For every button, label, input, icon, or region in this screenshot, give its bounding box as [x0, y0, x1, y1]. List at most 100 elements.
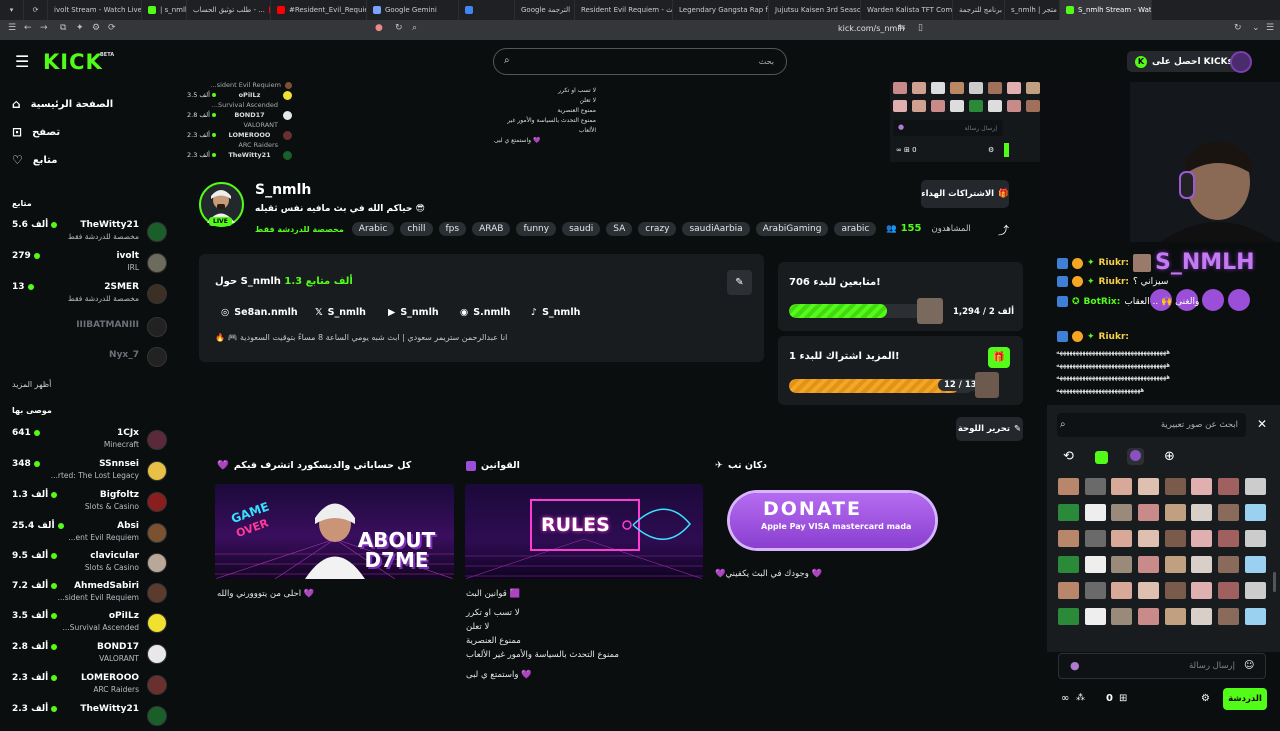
emote-thumbnail[interactable]: [1111, 530, 1133, 547]
bookmark-icon[interactable]: ▯: [918, 23, 923, 33]
sidebar-channel[interactable]: 3.5 ألف oPiILz ...Survival Ascended: [12, 610, 169, 638]
forward-icon[interactable]: →: [40, 23, 48, 33]
microphone-icon[interactable]: ●: [1070, 659, 1080, 672]
sidebar-channel[interactable]: 2.3 ألف TheWitty21: [12, 703, 169, 731]
back-history[interactable]: ⟳: [24, 0, 48, 20]
sidebar-channel[interactable]: Nyx_7: [12, 347, 169, 377]
emote-thumbnail[interactable]: [1218, 608, 1240, 625]
tab-10[interactable]: Warden Kalista TFT Comp Gui...: [861, 0, 953, 20]
gift-subs-button[interactable]: الاشتراكات الهداء 🎁: [921, 180, 1009, 208]
browser-menu[interactable]: ▾: [0, 0, 24, 20]
sidebar-channel[interactable]: 1.3 ألف Bigfoltz Slots & Casino: [12, 489, 169, 517]
streamer-name[interactable]: S_nmlh: [255, 182, 311, 198]
url-text[interactable]: kick.com/s_nmlh: [838, 24, 905, 33]
emote-search-input[interactable]: ابحث عن صور تعبيرية: [1057, 413, 1246, 437]
shop-icon[interactable]: ⁂: [1076, 693, 1085, 703]
tab-6[interactable]: Google الترجمة: [515, 0, 575, 20]
emote-thumbnail[interactable]: [1164, 478, 1186, 495]
tab-0[interactable]: ivolt Stream - Watch Live ...: [48, 0, 142, 20]
menu-icon[interactable]: ☰: [8, 23, 16, 33]
emote-thumbnail[interactable]: [1084, 478, 1106, 495]
tab-4[interactable]: Google Gemini: [367, 0, 459, 20]
kick-emotes-icon[interactable]: [1095, 451, 1108, 464]
share-icon[interactable]: ⤴: [998, 222, 1009, 238]
emote-thumbnail[interactable]: [1164, 504, 1186, 521]
emote-thumbnail[interactable]: [1058, 556, 1079, 573]
panel-image-about[interactable]: GAME OVER ABOUT D7ME: [215, 484, 454, 579]
emote-thumbnail[interactable]: [1218, 556, 1240, 573]
emote-thumbnail[interactable]: [1084, 556, 1106, 573]
emote-thumbnail[interactable]: [1191, 478, 1213, 495]
reload-icon[interactable]: ↻: [1234, 23, 1242, 33]
video-player[interactable]: [1040, 82, 1280, 242]
tag[interactable]: fps: [438, 222, 467, 236]
nav-home[interactable]: ⌂ الصفحة الرئيسية: [12, 94, 172, 114]
infinity-icon[interactable]: ∞: [1061, 693, 1069, 704]
gift-button[interactable]: 🎁: [988, 347, 1010, 368]
tab-8[interactable]: Legendary Gangsta Rap from ...: [673, 0, 769, 20]
emote-thumbnail[interactable]: [1084, 608, 1106, 625]
emote-thumbnail[interactable]: [1191, 504, 1213, 521]
emote-thumbnail[interactable]: [1164, 608, 1186, 625]
emote-thumbnail[interactable]: [1111, 556, 1133, 573]
nav-following[interactable]: ♡ متابع: [12, 150, 172, 170]
emote-thumbnail[interactable]: [1138, 478, 1160, 495]
search-icon[interactable]: ⌕: [412, 23, 417, 33]
emote-thumbnail[interactable]: [1244, 608, 1266, 625]
window-icon[interactable]: ☰: [1266, 23, 1274, 33]
refresh-icon[interactable]: ⟳: [108, 23, 116, 33]
sidebar-channel[interactable]: 279 ivolt IRL: [12, 250, 169, 278]
tag[interactable]: funny: [516, 222, 557, 236]
emote-thumbnail[interactable]: [1164, 582, 1186, 599]
sidebar-channel[interactable]: 641 1CJx Minecraft: [12, 427, 169, 455]
tag[interactable]: ArabiGaming: [755, 222, 829, 236]
edit-panels-button[interactable]: تحرير اللوحة ✎: [956, 417, 1023, 441]
nav-browse[interactable]: ⊡ تصفح: [12, 122, 172, 142]
sidebar-channel[interactable]: 25.4 ألف Absi ...ent Evil Requiem: [12, 520, 169, 548]
emote-thumbnail[interactable]: [1138, 582, 1160, 599]
tab-1[interactable]: | s_nmlh: [142, 0, 187, 20]
sidebar-channel[interactable]: 13 2SMER مخصصة للدردشة فقط: [12, 281, 169, 309]
user-avatar[interactable]: [1230, 51, 1252, 73]
emote-thumbnail[interactable]: [1084, 530, 1106, 547]
emote-thumbnail[interactable]: [1191, 556, 1213, 573]
social-x[interactable]: 𝕏 S_nmlh: [315, 307, 366, 318]
sidebar-channel[interactable]: 2.3 ألف LOMEROOO ARC Raiders: [12, 672, 169, 700]
tag[interactable]: Arabic: [351, 222, 395, 236]
emote-thumbnail[interactable]: [1111, 478, 1133, 495]
sidebar-channel[interactable]: 348 SSnnsei ...rted: The Lost Legacy: [12, 458, 169, 486]
social-instagram[interactable]: ◎ Se8an.nmlh: [221, 307, 298, 318]
search-input[interactable]: ⌕ بحث: [493, 48, 787, 75]
emote-thumbnail[interactable]: [1218, 530, 1240, 547]
extension-icon[interactable]: ⧉: [60, 23, 66, 33]
emote-thumbnail[interactable]: [1058, 530, 1079, 547]
get-kicks-button[interactable]: K احصل على KICKs: [1127, 51, 1241, 72]
tag[interactable]: chill: [400, 222, 433, 236]
emote-thumbnail[interactable]: [1058, 608, 1079, 625]
emote-thumbnail[interactable]: [1111, 608, 1133, 625]
emote-thumbnail[interactable]: [1138, 608, 1160, 625]
emote-thumbnail[interactable]: [1244, 478, 1266, 495]
emote-thumbnail[interactable]: [1164, 556, 1186, 573]
emote-thumbnail[interactable]: [1058, 582, 1079, 599]
close-icon[interactable]: ✕: [1257, 417, 1267, 431]
recent-icon[interactable]: ⟲: [1063, 449, 1074, 464]
emote-scrollbar[interactable]: [1273, 572, 1276, 592]
chat-send-button[interactable]: الدردشة: [1223, 688, 1267, 710]
tag[interactable]: saudi: [562, 222, 601, 236]
panel-image-donate[interactable]: DONATE Apple Pay VISA mastercard mada: [715, 484, 950, 579]
panel-image-rules[interactable]: RULES: [465, 484, 703, 579]
settings-icon[interactable]: ⚙: [1201, 693, 1210, 704]
sidebar-channel[interactable]: IIIBATMANIII: [12, 317, 169, 347]
emote-thumbnail[interactable]: [1218, 582, 1240, 599]
emote-thumbnail[interactable]: [1084, 504, 1106, 521]
social-youtube[interactable]: ▶ S_nmlh: [388, 307, 439, 318]
tag[interactable]: crazy: [638, 222, 677, 236]
emote-thumbnail[interactable]: [1138, 556, 1160, 573]
emote-thumbnail[interactable]: [1218, 478, 1240, 495]
back-icon[interactable]: ←: [24, 23, 32, 33]
tab-12[interactable]: s_nmlh | متجر: [1005, 0, 1060, 20]
tab-9[interactable]: Jujutsu Kaisen 3rd Season ...: [769, 0, 861, 20]
tab-3[interactable]: #Resident_Evil_Requiem - ...: [271, 0, 367, 20]
emote-thumbnail[interactable]: [1244, 504, 1266, 521]
